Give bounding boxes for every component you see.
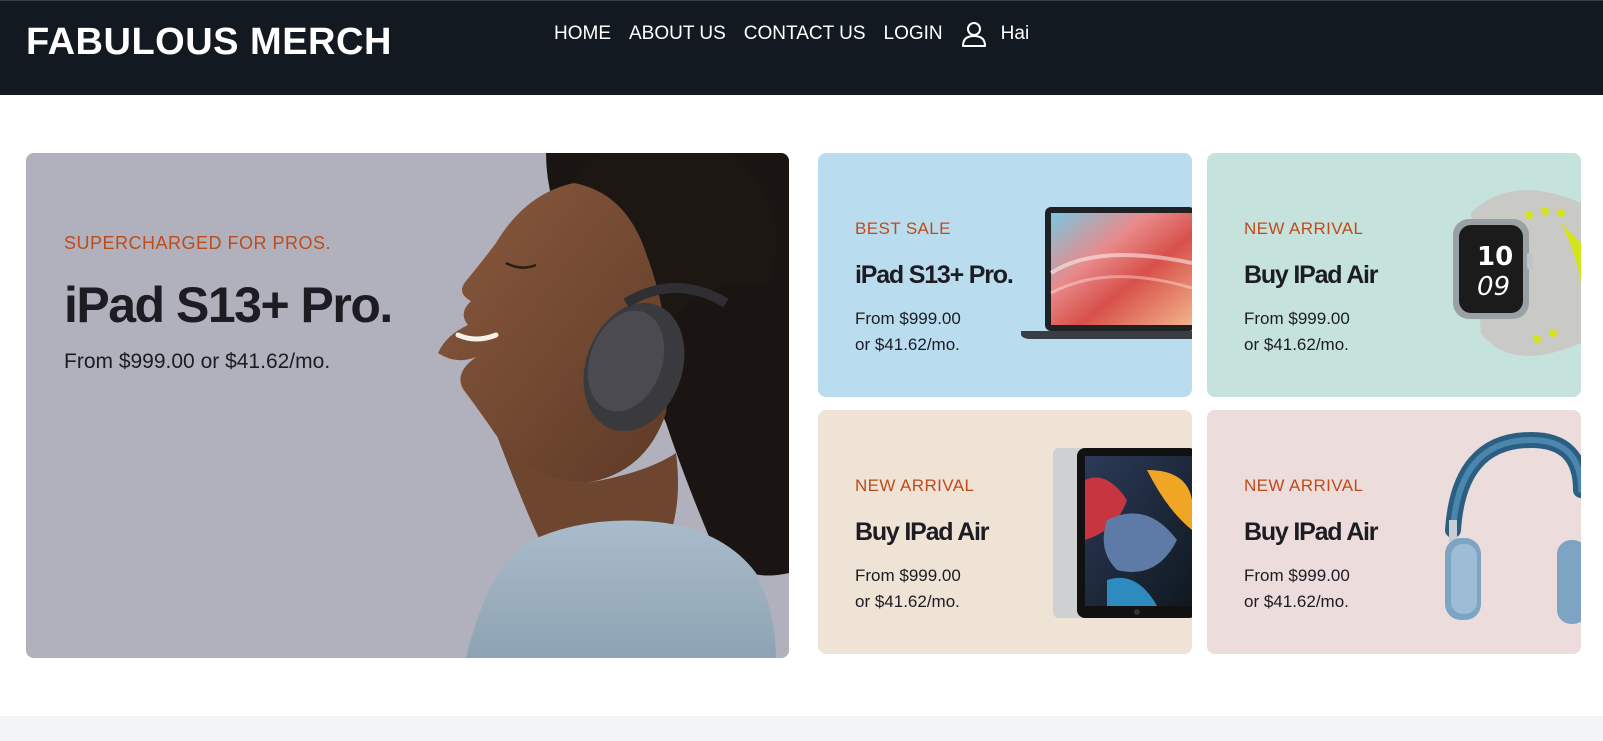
- card-kicker: BEST SALE: [855, 219, 951, 238]
- svg-text:10: 10: [1477, 242, 1513, 272]
- tablet-image: [1053, 448, 1192, 618]
- card-price: From $999.00: [1244, 309, 1350, 328]
- nav-about-link[interactable]: ABOUT US: [629, 23, 726, 45]
- product-card-headphones[interactable]: NEW ARRIVAL Buy IPad Air From $999.00 or…: [1207, 410, 1581, 654]
- headphones-image: [1445, 431, 1581, 624]
- hero-kicker: SUPERCHARGED FOR PROS.: [64, 233, 332, 253]
- smartwatch-image: 10 09: [1453, 190, 1581, 356]
- hero-price: From $999.00 or $41.62/mo.: [64, 350, 331, 373]
- card-price-monthly: or $41.62/mo.: [1244, 335, 1349, 354]
- hero-title: iPad S13+ Pro.: [64, 277, 393, 333]
- nav-login-link[interactable]: LOGIN: [884, 23, 943, 45]
- card-price-monthly: or $41.62/mo.: [855, 335, 960, 354]
- card-kicker: NEW ARRIVAL: [1244, 476, 1364, 495]
- user-icon: [961, 22, 986, 47]
- card-title: Buy IPad Air: [1244, 261, 1379, 289]
- main-nav: HOME ABOUT US CONTACT US LOGIN Hai: [554, 21, 1029, 47]
- nav-contact-link[interactable]: CONTACT US: [744, 23, 866, 45]
- product-card-laptop[interactable]: BEST SALE iPad S13+ Pro. From $999.00 or…: [818, 153, 1192, 397]
- nav-home-link[interactable]: HOME: [554, 23, 611, 45]
- product-card-tablet[interactable]: NEW ARRIVAL Buy IPad Air From $999.00 or…: [818, 410, 1192, 654]
- card-title: Buy IPad Air: [855, 518, 990, 546]
- product-card-smartwatch[interactable]: NEW ARRIVAL Buy IPad Air From $999.00 or…: [1207, 153, 1581, 397]
- card-kicker: NEW ARRIVAL: [855, 476, 975, 495]
- card-price: From $999.00: [855, 309, 961, 328]
- svg-text:09: 09: [1477, 272, 1510, 302]
- card-title: Buy IPad Air: [1244, 518, 1379, 546]
- user-menu[interactable]: Hai: [961, 21, 1030, 47]
- card-kicker: NEW ARRIVAL: [1244, 219, 1364, 238]
- card-title: iPad S13+ Pro.: [855, 261, 1014, 289]
- brand-logo-link[interactable]: FABULOUS MERCH: [26, 21, 392, 64]
- card-price-monthly: or $41.62/mo.: [1244, 592, 1349, 611]
- user-name: Hai: [1000, 23, 1030, 44]
- card-price: From $999.00: [855, 566, 961, 585]
- hero-headphones-model-image: [26, 153, 789, 658]
- card-price-monthly: or $41.62/mo.: [855, 592, 960, 611]
- hero-banner[interactable]: SUPERCHARGED FOR PROS. iPad S13+ Pro. Fr…: [26, 153, 789, 658]
- site-header: FABULOUS MERCH HOME ABOUT US CONTACT US …: [0, 0, 1603, 95]
- page-footer-strip: [0, 716, 1603, 741]
- laptop-image: [1021, 207, 1192, 339]
- card-price: From $999.00: [1244, 566, 1350, 585]
